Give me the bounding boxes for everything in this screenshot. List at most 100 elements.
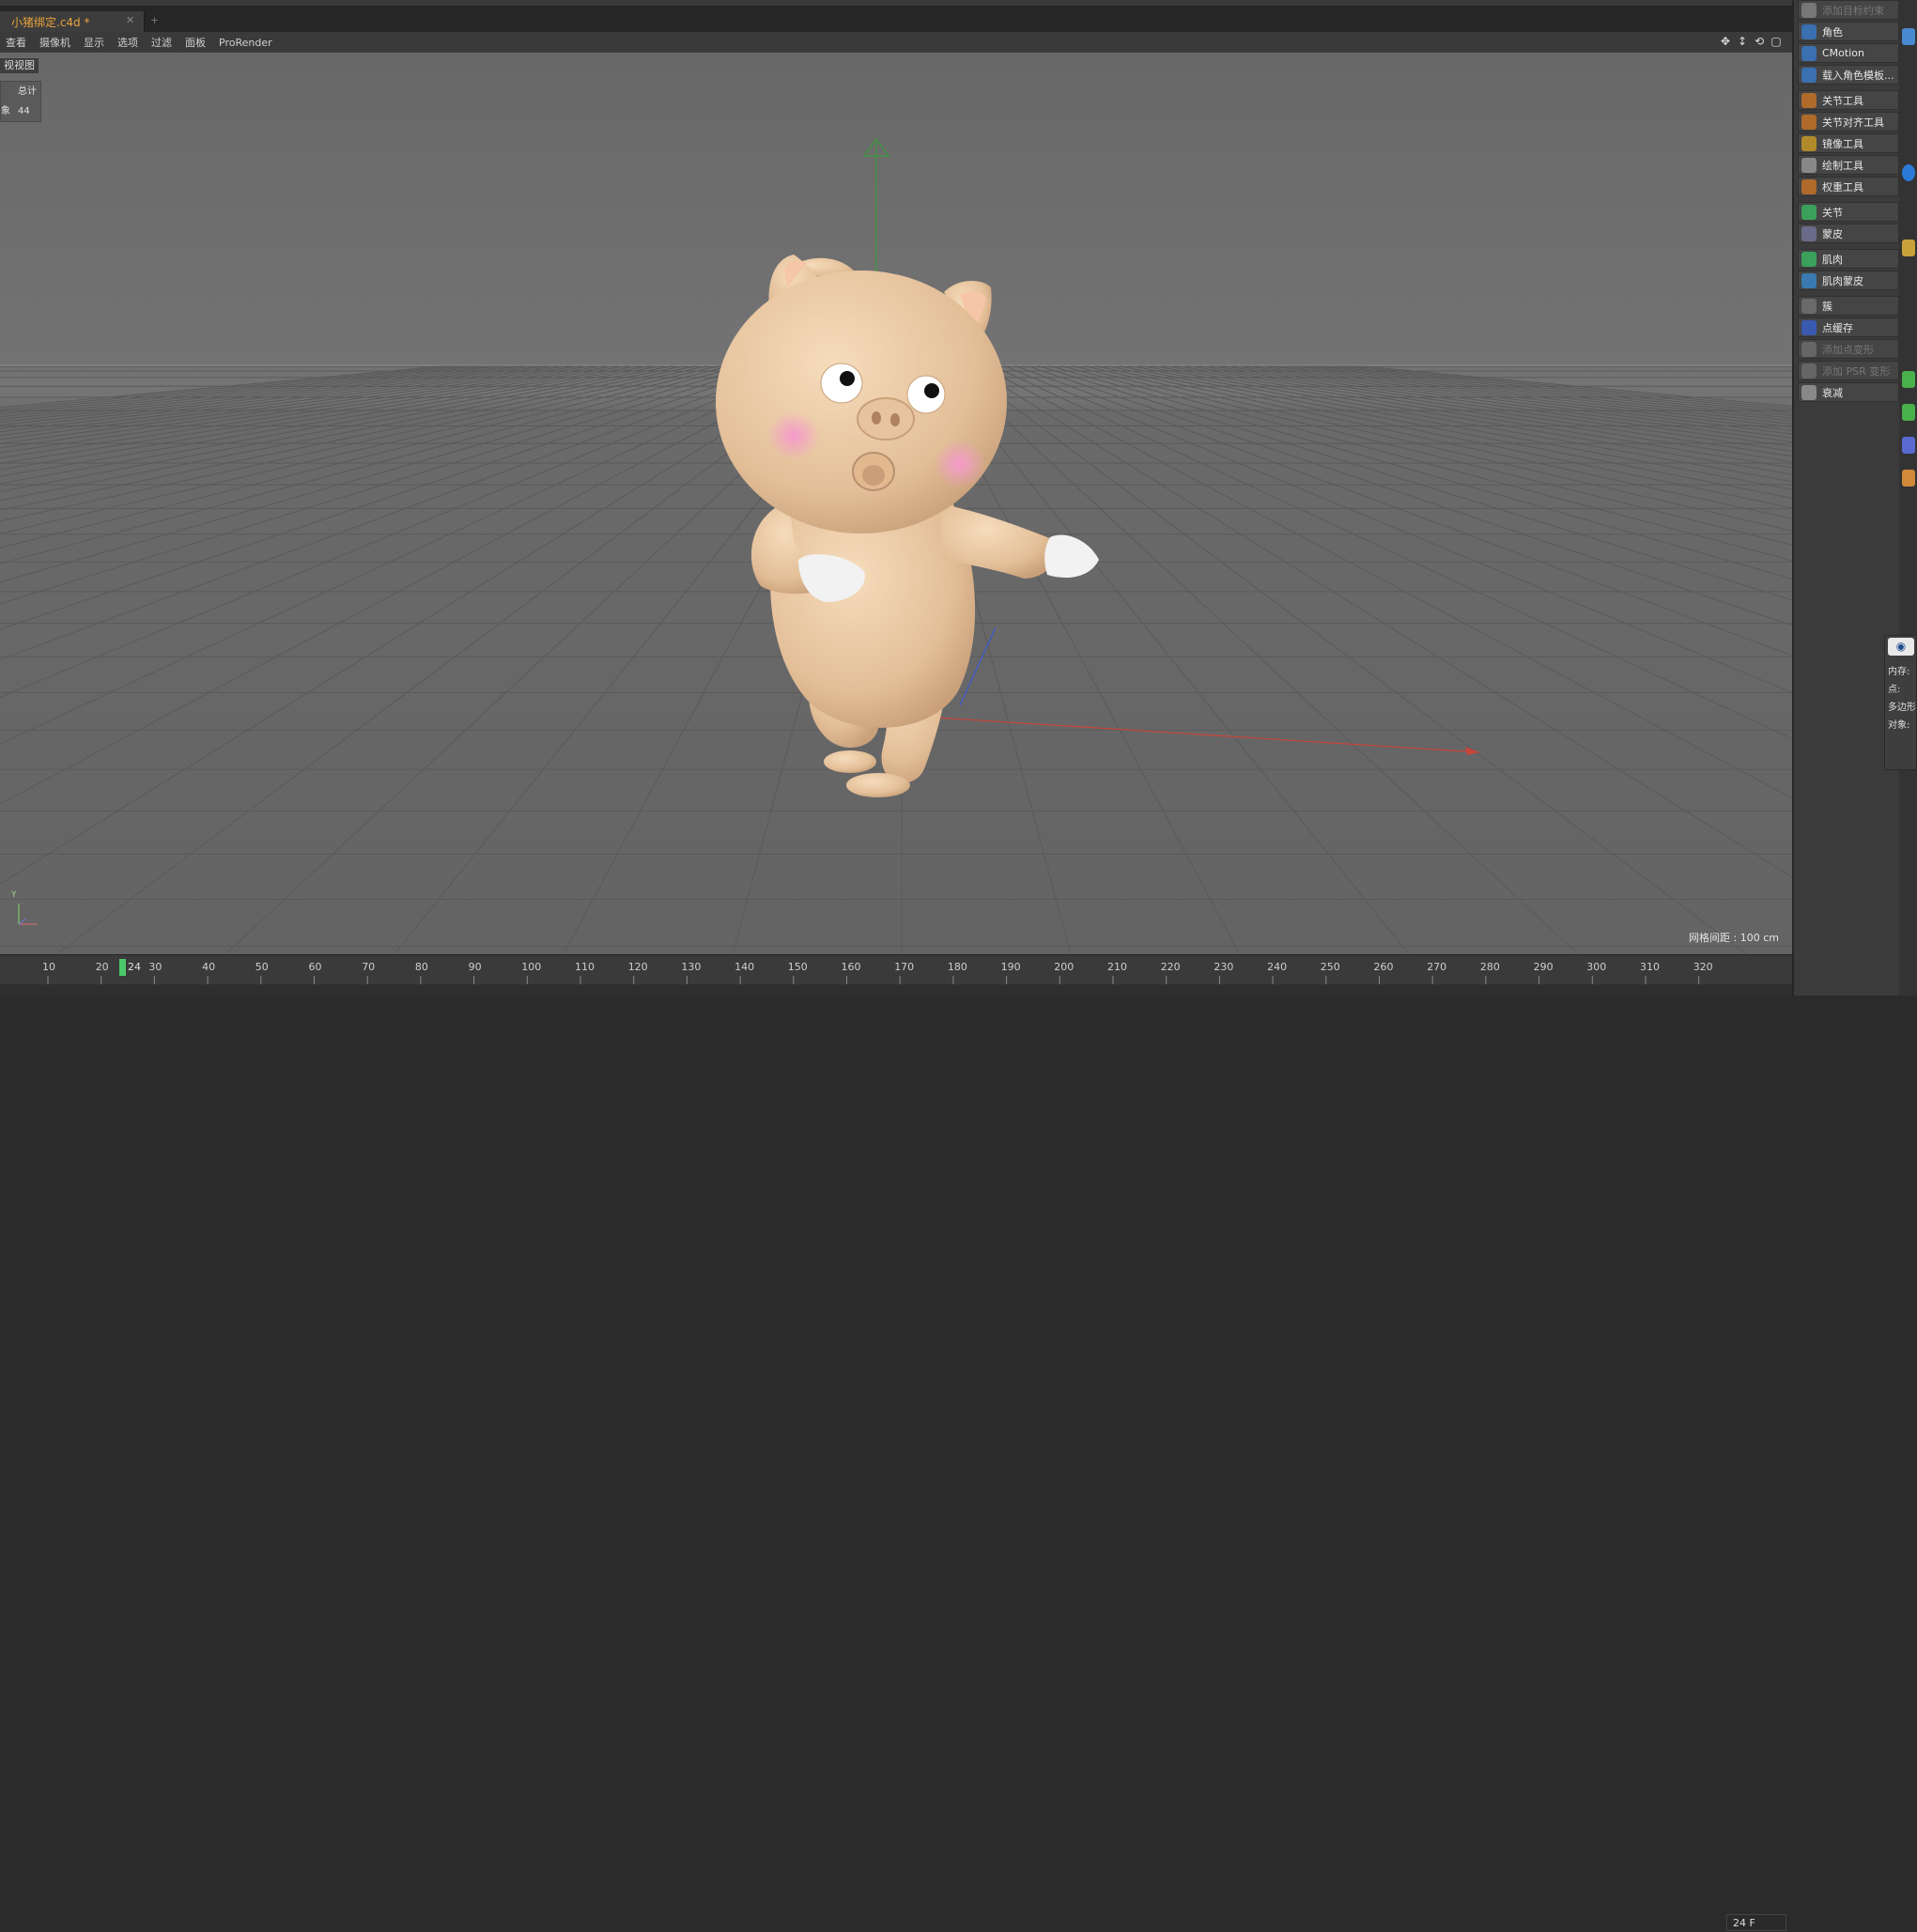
point-cache-icon	[1801, 319, 1817, 335]
strip-icon-cube-blue[interactable]	[1902, 437, 1915, 454]
palette-item-label: 添加 PSR 变形	[1822, 364, 1891, 378]
rotate-view-icon[interactable]: ⟲	[1753, 35, 1766, 48]
current-frame-marker[interactable]	[119, 959, 126, 976]
zoom-view-icon[interactable]: ↕	[1736, 35, 1749, 48]
character-tools-palette: 添加目标约束角色 CMotion 载入角色模板... 关节工具关节对齐工具 镜像工具绘制…	[1792, 0, 1899, 996]
palette-item-paint-tool[interactable]: 绘制工具	[1798, 155, 1899, 175]
strip-icon-gear[interactable]	[1902, 240, 1915, 256]
document-tab-title: 小猪绑定.c4d *	[11, 15, 90, 29]
move-view-icon[interactable]: ✥	[1719, 35, 1732, 48]
timeline-tick-label: 300	[1586, 961, 1606, 973]
timeline-tick-label: 80	[415, 961, 428, 973]
strip-icon-blue[interactable]	[1902, 28, 1915, 45]
palette-item-muscle-skin[interactable]: 肌肉蒙皮	[1798, 270, 1899, 290]
info-polygons-label: 多边形	[1888, 703, 1916, 713]
palette-item-label: 角色	[1822, 25, 1843, 39]
palette-item-weight-tool[interactable]: 权重工具	[1798, 177, 1899, 196]
palette-item-label: 蒙皮	[1822, 227, 1843, 240]
menu-view[interactable]: 查看	[6, 35, 26, 50]
menu-display[interactable]: 显示	[84, 35, 104, 50]
timeline-tick-label: 290	[1534, 961, 1554, 973]
palette-item-joint-tool[interactable]: 关节工具	[1798, 90, 1899, 110]
palette-item-label: 权重工具	[1822, 180, 1863, 193]
palette-item-cmotion[interactable]: CMotion	[1798, 43, 1899, 63]
timeline-tick-label: 130	[681, 961, 701, 973]
skin-icon	[1801, 225, 1817, 241]
timeline-tick-label: 200	[1054, 961, 1074, 973]
pig-character-model[interactable]	[716, 255, 1099, 797]
current-frame-label: 24	[128, 961, 141, 973]
axis-orientation-gizmo: Y	[11, 890, 39, 928]
right-icon-strip	[1899, 0, 1917, 996]
document-tab[interactable]: 小猪绑定.c4d *	[0, 11, 145, 32]
palette-item-muscle[interactable]: 肌肉	[1798, 249, 1899, 269]
strip-icon-cube-green[interactable]	[1902, 371, 1915, 388]
strip-icon-cube-orange[interactable]	[1902, 470, 1915, 487]
palette-item-label: 关节对齐工具	[1822, 116, 1884, 129]
menu-camera[interactable]: 摄像机	[39, 35, 70, 50]
palette-item-load-template[interactable]: 载入角色模板...	[1798, 65, 1899, 85]
paint-tool-icon	[1801, 157, 1817, 173]
timeline-tick-label: 250	[1321, 961, 1340, 973]
stats-object-count: 44	[18, 106, 30, 116]
new-tab-button[interactable]: +	[150, 14, 165, 29]
timeline-tick-label: 260	[1374, 961, 1394, 973]
timeline-tick-label: 230	[1214, 961, 1233, 973]
timeline-tick-label: 50	[255, 961, 269, 973]
add-psr-morph-icon	[1801, 363, 1817, 379]
menu-options[interactable]: 选项	[117, 35, 138, 50]
timeline-tick-label: 90	[469, 961, 482, 973]
timeline-tick-label: 310	[1640, 961, 1660, 973]
strip-icon-cube-green-2[interactable]	[1902, 404, 1915, 421]
3d-viewport[interactable]: 视视图 总计 象 44 Y 网格间距 : 100 cm	[0, 53, 1792, 954]
menu-filter[interactable]: 过滤	[151, 35, 172, 50]
palette-item-skin[interactable]: 蒙皮	[1798, 224, 1899, 243]
palette-item-cluster[interactable]: 簇	[1798, 296, 1899, 316]
palette-item-point-cache[interactable]: 点缓存	[1798, 317, 1899, 337]
stats-object-label: 象	[1, 106, 10, 116]
timeline-tick-label: 270	[1427, 961, 1446, 973]
timeline-tick-label: 120	[628, 961, 648, 973]
joint-align-icon	[1801, 114, 1817, 130]
palette-item-label: 绘制工具	[1822, 159, 1863, 172]
eye-icon[interactable]: ◉	[1888, 638, 1914, 656]
close-tab-icon[interactable]: ✕	[126, 14, 134, 26]
muscle-skin-icon	[1801, 272, 1817, 288]
palette-item-label: 添加点变形	[1822, 343, 1874, 356]
fps-field[interactable]: 24 F	[1726, 1914, 1786, 1931]
cmotion-icon	[1801, 45, 1817, 61]
timeline-tick-label: 240	[1267, 961, 1287, 973]
palette-item-label: 衰减	[1822, 386, 1843, 399]
palette-item-label: 肌肉	[1822, 253, 1843, 266]
add-point-morph-icon	[1801, 341, 1817, 357]
timeline-tick-label: 100	[521, 961, 541, 973]
timeline-ruler[interactable]: 10 20 30 40 50 60 70 80 90 100 110 120 130 140 150 160 1…	[0, 954, 1792, 1931]
scene-stats-hud: 总计 象 44	[0, 81, 41, 122]
palette-item-label: 点缓存	[1822, 321, 1853, 334]
cluster-icon	[1801, 298, 1817, 314]
view-name-label: 视视图	[0, 58, 39, 73]
muscle-icon	[1801, 251, 1817, 267]
joint-icon	[1801, 204, 1817, 220]
toggle-view-icon[interactable]: ▢	[1770, 35, 1783, 48]
palette-item-label: CMotion	[1822, 47, 1864, 59]
palette-item-joint[interactable]: 关节	[1798, 202, 1899, 222]
gizmo-y-label: Y	[11, 890, 17, 900]
palette-item-character[interactable]: 角色	[1798, 22, 1899, 41]
load-template-icon	[1801, 67, 1817, 83]
palette-item-mirror-tool[interactable]: 镜像工具	[1798, 133, 1899, 153]
timeline-tick-label: 110	[575, 961, 595, 973]
menu-panel[interactable]: 面板	[185, 35, 206, 50]
menu-prorender[interactable]: ProRender	[219, 37, 272, 49]
strip-icon-sphere[interactable]	[1902, 164, 1915, 181]
palette-item-label: 镜像工具	[1822, 137, 1863, 150]
palette-item-falloff[interactable]: 衰减	[1798, 382, 1899, 402]
grid-spacing-readout: 网格间距 : 100 cm	[1689, 932, 1779, 944]
mirror-tool-icon	[1801, 135, 1817, 151]
palette-item-label: 肌肉蒙皮	[1822, 274, 1863, 287]
timeline-tick-label: 180	[948, 961, 967, 973]
timeline-tick-label: 10	[42, 961, 55, 973]
palette-item-joint-align[interactable]: 关节对齐工具	[1798, 112, 1899, 131]
timeline-tick-label: 140	[734, 961, 754, 973]
palette-item-constraint: 添加目标约束	[1798, 0, 1899, 20]
